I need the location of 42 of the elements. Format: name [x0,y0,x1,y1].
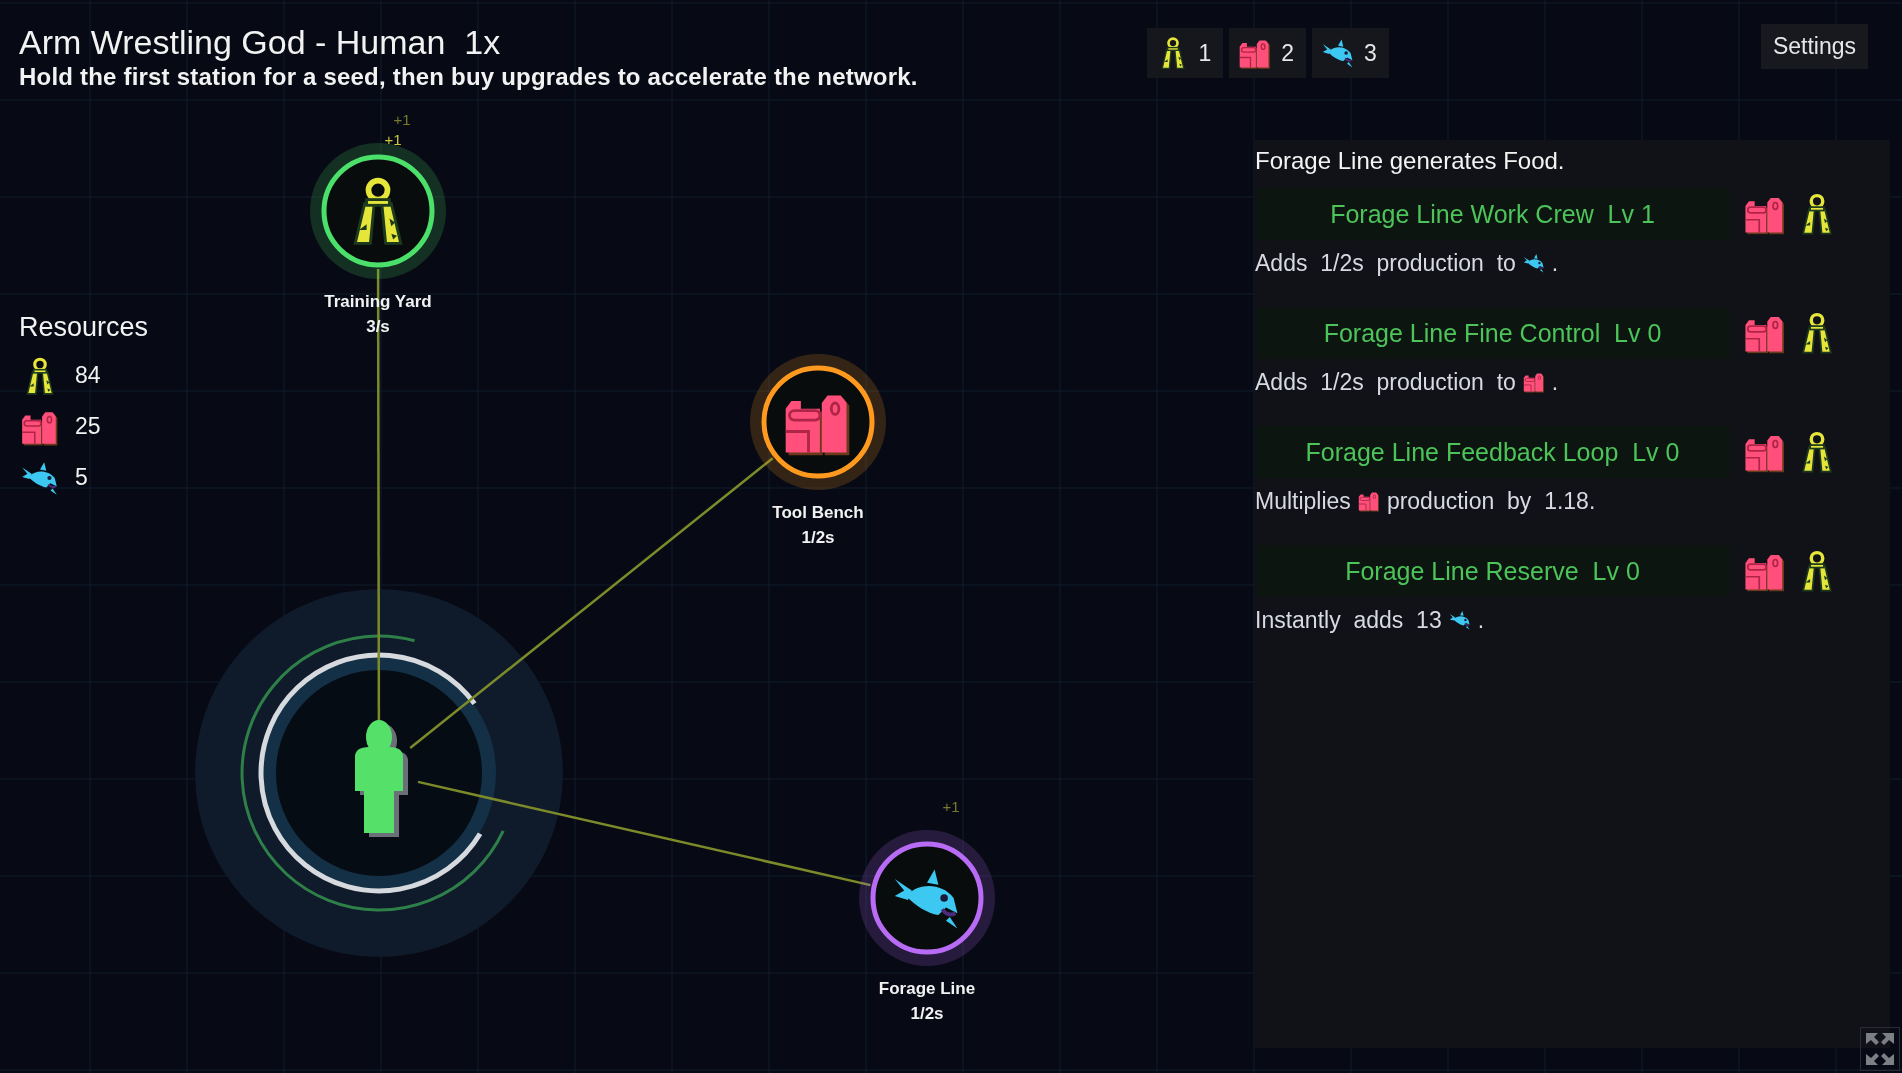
toolbox-icon [785,395,850,456]
gain-label: +1 [384,131,402,148]
upgrade-button[interactable]: Forage Line Reserve Lv 0 [1255,545,1730,597]
resources-heading: Resources [19,311,150,344]
chip-count: 2 [1281,39,1295,67]
upgrade-button[interactable]: Forage Line Feedback Loop Lv 0 [1255,426,1730,478]
effect-text: Adds 1/2s production to [1255,249,1516,277]
chip-count: 3 [1364,39,1377,67]
station-node[interactable] [859,830,995,966]
effect-text: Multiplies [1255,487,1351,515]
settings-button[interactable]: Settings [1760,24,1868,69]
effect-text: . [1477,606,1485,634]
instruction-text: Hold the first station for a seed, then buy upgrades to accelerate the network. [19,62,918,92]
station-rate: 1/2s [801,528,835,547]
effect-text: production by 1.18. [1386,487,1596,515]
resource-amount: 84 [75,362,101,389]
station-name: Tool Bench [772,503,864,522]
station-description: Forage Line generates Food. [1255,146,1566,176]
effect-text: . [1551,368,1559,396]
fish-icon [894,869,958,929]
person-icon [355,720,408,837]
chip-count: 1 [1198,39,1212,67]
station-rate: 3/s [366,317,390,336]
station-name: Forage Line [878,979,976,998]
effect-text: . [1551,249,1559,277]
hand-grip-icon [355,180,401,244]
upgrade-button[interactable]: Forage Line Fine Control Lv 0 [1255,307,1730,359]
station-rate: 1/2s [910,1004,944,1023]
gain-label: +1 [393,111,411,128]
gain-label: +1 [942,798,960,815]
effect-text: Adds 1/2s production to [1255,368,1516,396]
resource-amount: 5 [75,464,88,491]
station-name: Training Yard [324,292,432,311]
station-node[interactable] [310,143,446,279]
hub-node[interactable] [195,589,563,957]
fish-icon [1521,251,1546,275]
resource-amount: 25 [75,413,101,440]
game-title: Arm Wrestling God - Human 1x [19,22,502,62]
fish-icon [1447,608,1472,632]
fullscreen-icon[interactable] [1860,1027,1900,1071]
upgrade-button[interactable]: Forage Line Work Crew Lv 1 [1255,188,1730,240]
effect-text: Instantly adds 13 [1255,606,1442,634]
